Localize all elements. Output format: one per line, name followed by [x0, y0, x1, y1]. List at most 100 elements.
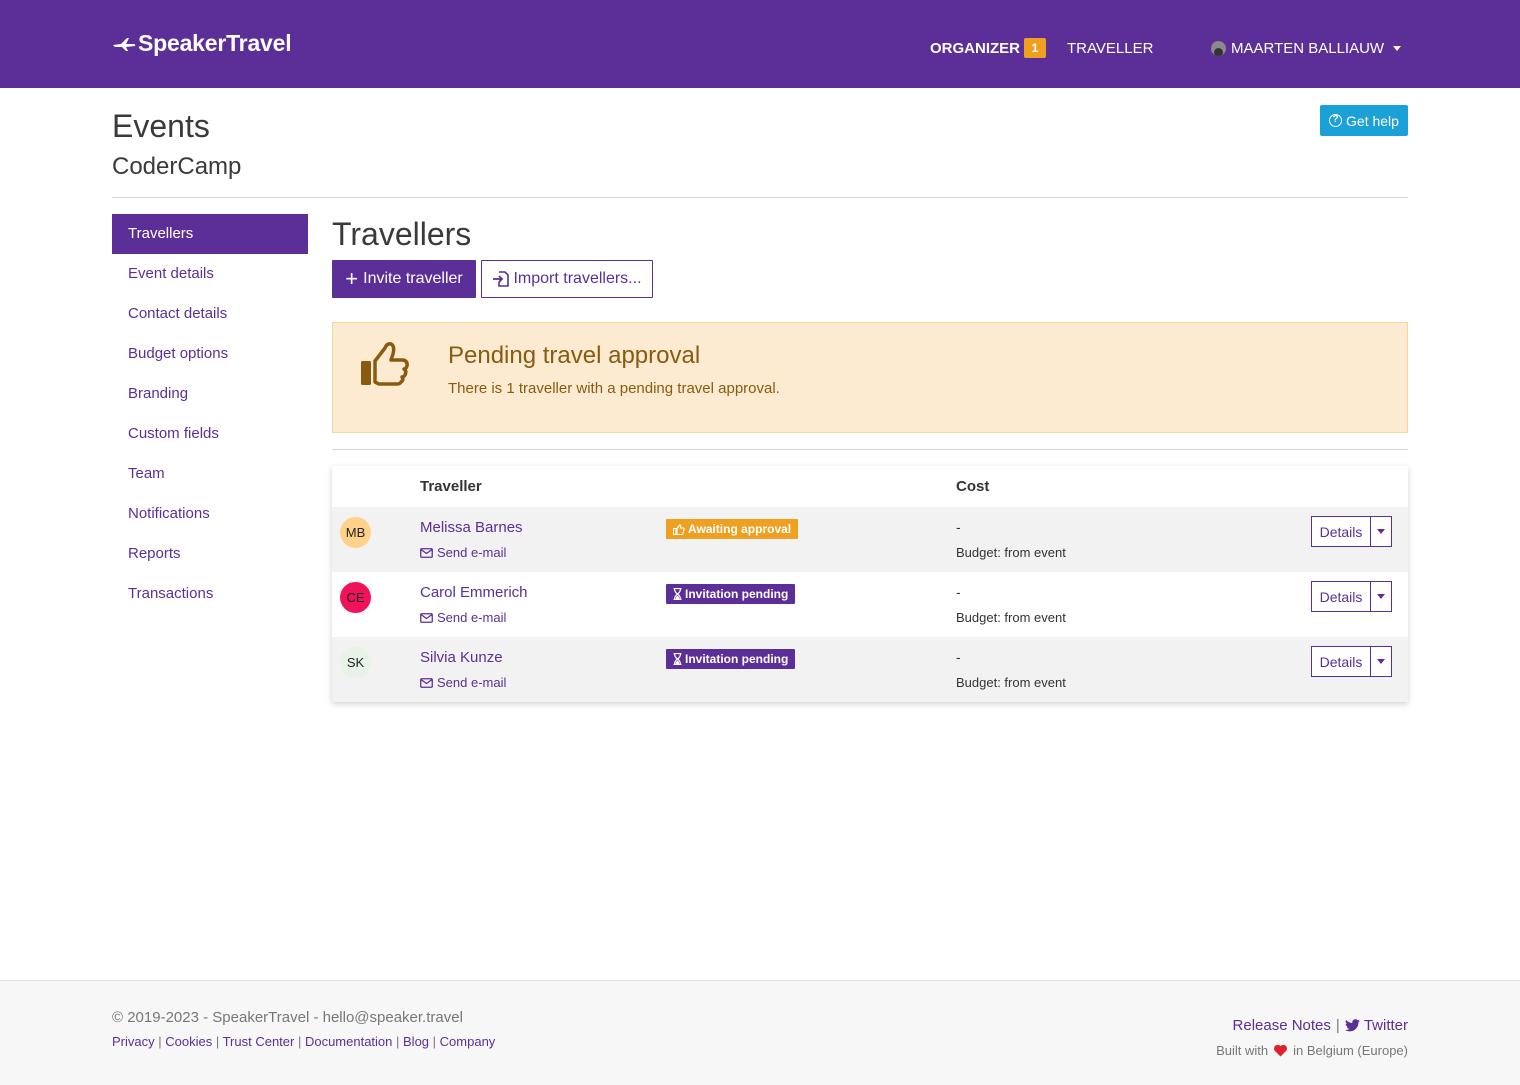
page-title: Events [112, 108, 210, 144]
chevron-down-icon [1377, 594, 1385, 599]
footer: © 2019-2023 - SpeakerTravel - hello@spea… [0, 980, 1520, 1085]
details-dropdown-toggle[interactable] [1371, 582, 1391, 611]
sidebar-item-custom-fields[interactable]: Custom fields [112, 414, 308, 454]
file-import-icon [493, 271, 510, 287]
table-row: SK Silvia Kunze Send e-mail Invitation p… [332, 637, 1408, 702]
avatar: MB [340, 517, 371, 548]
invite-traveller-label: Invite traveller [363, 270, 463, 287]
cost-value: - [956, 519, 961, 535]
divider [332, 449, 1408, 450]
thumbs-up-icon [361, 342, 409, 386]
divider [112, 197, 1408, 198]
sidebar-item-branding[interactable]: Branding [112, 374, 308, 414]
sidebar-item-contact-details[interactable]: Contact details [112, 294, 308, 334]
details-split-button: Details [1311, 516, 1392, 547]
envelope-icon [420, 612, 433, 623]
details-button[interactable]: Details [1312, 517, 1371, 546]
details-split-button: Details [1311, 581, 1392, 612]
plane-icon [113, 37, 136, 51]
column-header-traveller: Traveller [420, 478, 482, 495]
built-with-text: Built with in Belgium (Europe) [1216, 1043, 1408, 1058]
details-button[interactable]: Details [1312, 582, 1371, 611]
footer-link-cookies[interactable]: Cookies [165, 1034, 212, 1049]
sidebar-item-budget-options[interactable]: Budget options [112, 334, 308, 374]
heart-icon [1274, 1044, 1288, 1057]
twitter-link[interactable]: Twitter [1344, 1017, 1408, 1034]
send-email-link[interactable]: Send e-mail [420, 610, 506, 625]
pending-approval-alert: Pending travel approval There is 1 trave… [332, 322, 1408, 433]
user-menu[interactable]: MAARTEN BALLIAUW [1211, 40, 1402, 57]
column-header-cost: Cost [956, 478, 990, 495]
traveller-name-link[interactable]: Silvia Kunze [420, 649, 503, 666]
hourglass-icon [673, 653, 682, 665]
organizer-count-badge: 1 [1024, 38, 1046, 58]
footer-links: Privacy | Cookies | Trust Center | Docum… [112, 1034, 496, 1049]
cost-value: - [956, 584, 961, 600]
footer-link-documentation[interactable]: Documentation [305, 1034, 392, 1049]
alert-text: There is 1 traveller with a pending trav… [448, 380, 780, 397]
import-travellers-button[interactable]: Import travellers... [481, 260, 653, 298]
footer-link-trust-center[interactable]: Trust Center [223, 1034, 295, 1049]
separator: | [1335, 1017, 1340, 1034]
footer-link-privacy[interactable]: Privacy [112, 1034, 155, 1049]
get-help-label: Get help [1346, 112, 1399, 129]
sidebar-item-travellers[interactable]: Travellers [112, 214, 308, 254]
hourglass-icon [673, 588, 682, 600]
thumbs-up-icon [673, 523, 685, 535]
sidebar-item-team[interactable]: Team [112, 454, 308, 494]
nav-organizer[interactable]: ORGANIZER 1 [930, 38, 1046, 58]
sidebar-item-event-details[interactable]: Event details [112, 254, 308, 294]
copyright-text: © 2019-2023 - SpeakerTravel - hello@spea… [112, 1009, 463, 1026]
footer-link-blog[interactable]: Blog [403, 1034, 429, 1049]
user-name: MAARTEN BALLIAUW [1231, 40, 1385, 57]
built-prefix: Built with [1216, 1043, 1269, 1058]
sidebar-item-notifications[interactable]: Notifications [112, 494, 308, 534]
details-button[interactable]: Details [1312, 647, 1371, 676]
import-travellers-label: Import travellers... [513, 270, 642, 287]
send-email-link[interactable]: Send e-mail [420, 545, 506, 560]
budget-value: Budget: from event [956, 610, 1066, 625]
table-row: CE Carol Emmerich Send e-mail Invitation… [332, 572, 1408, 637]
status-badge: Invitation pending [666, 649, 796, 669]
traveller-name-link[interactable]: Melissa Barnes [420, 519, 523, 536]
get-help-button[interactable]: ? Get help [1320, 105, 1408, 136]
status-label: Invitation pending [685, 587, 789, 601]
envelope-icon [420, 677, 433, 688]
nav-organizer-label: ORGANIZER [930, 39, 1020, 57]
sidebar-item-transactions[interactable]: Transactions [112, 574, 308, 614]
table-row: MB Melissa Barnes Send e-mail Awaiting a… [332, 507, 1408, 572]
chevron-down-icon [1377, 659, 1385, 664]
send-email-label: Send e-mail [437, 545, 507, 560]
sidebar: Travellers Event details Contact details… [112, 214, 308, 614]
budget-value: Budget: from event [956, 545, 1066, 560]
plus-icon: + [345, 266, 359, 291]
invite-traveller-button[interactable]: + Invite traveller [332, 260, 476, 298]
details-dropdown-toggle[interactable] [1371, 517, 1391, 546]
budget-value: Budget: from event [956, 675, 1066, 690]
avatar: SK [340, 647, 371, 678]
sidebar-item-reports[interactable]: Reports [112, 534, 308, 574]
event-name: CoderCamp [112, 153, 242, 180]
section-title: Travellers [332, 216, 472, 252]
question-circle-icon: ? [1329, 114, 1343, 127]
details-split-button: Details [1311, 646, 1392, 677]
traveller-name-link[interactable]: Carol Emmerich [420, 584, 528, 601]
nav-traveller[interactable]: TRAVELLER [1067, 40, 1153, 57]
status-badge: Awaiting approval [666, 519, 799, 539]
brand-logo[interactable]: SpeakerTravel [112, 30, 292, 57]
details-dropdown-toggle[interactable] [1371, 647, 1391, 676]
top-navbar: SpeakerTravel ORGANIZER 1 TRAVELLER MAAR… [0, 0, 1520, 88]
status-label: Invitation pending [685, 652, 789, 666]
alert-title: Pending travel approval [448, 342, 701, 369]
release-notes-link[interactable]: Release Notes [1233, 1017, 1331, 1034]
send-email-link[interactable]: Send e-mail [420, 675, 506, 690]
footer-right-links: Release Notes | Twitter [1233, 1017, 1408, 1034]
chevron-down-icon [1377, 529, 1385, 534]
envelope-icon [420, 547, 433, 558]
send-email-label: Send e-mail [437, 675, 507, 690]
status-label: Awaiting approval [688, 522, 792, 536]
footer-link-company[interactable]: Company [440, 1034, 496, 1049]
twitter-icon [1344, 1019, 1360, 1032]
travellers-table: Traveller Cost MB Melissa Barnes Send e-… [332, 466, 1408, 702]
send-email-label: Send e-mail [437, 610, 507, 625]
